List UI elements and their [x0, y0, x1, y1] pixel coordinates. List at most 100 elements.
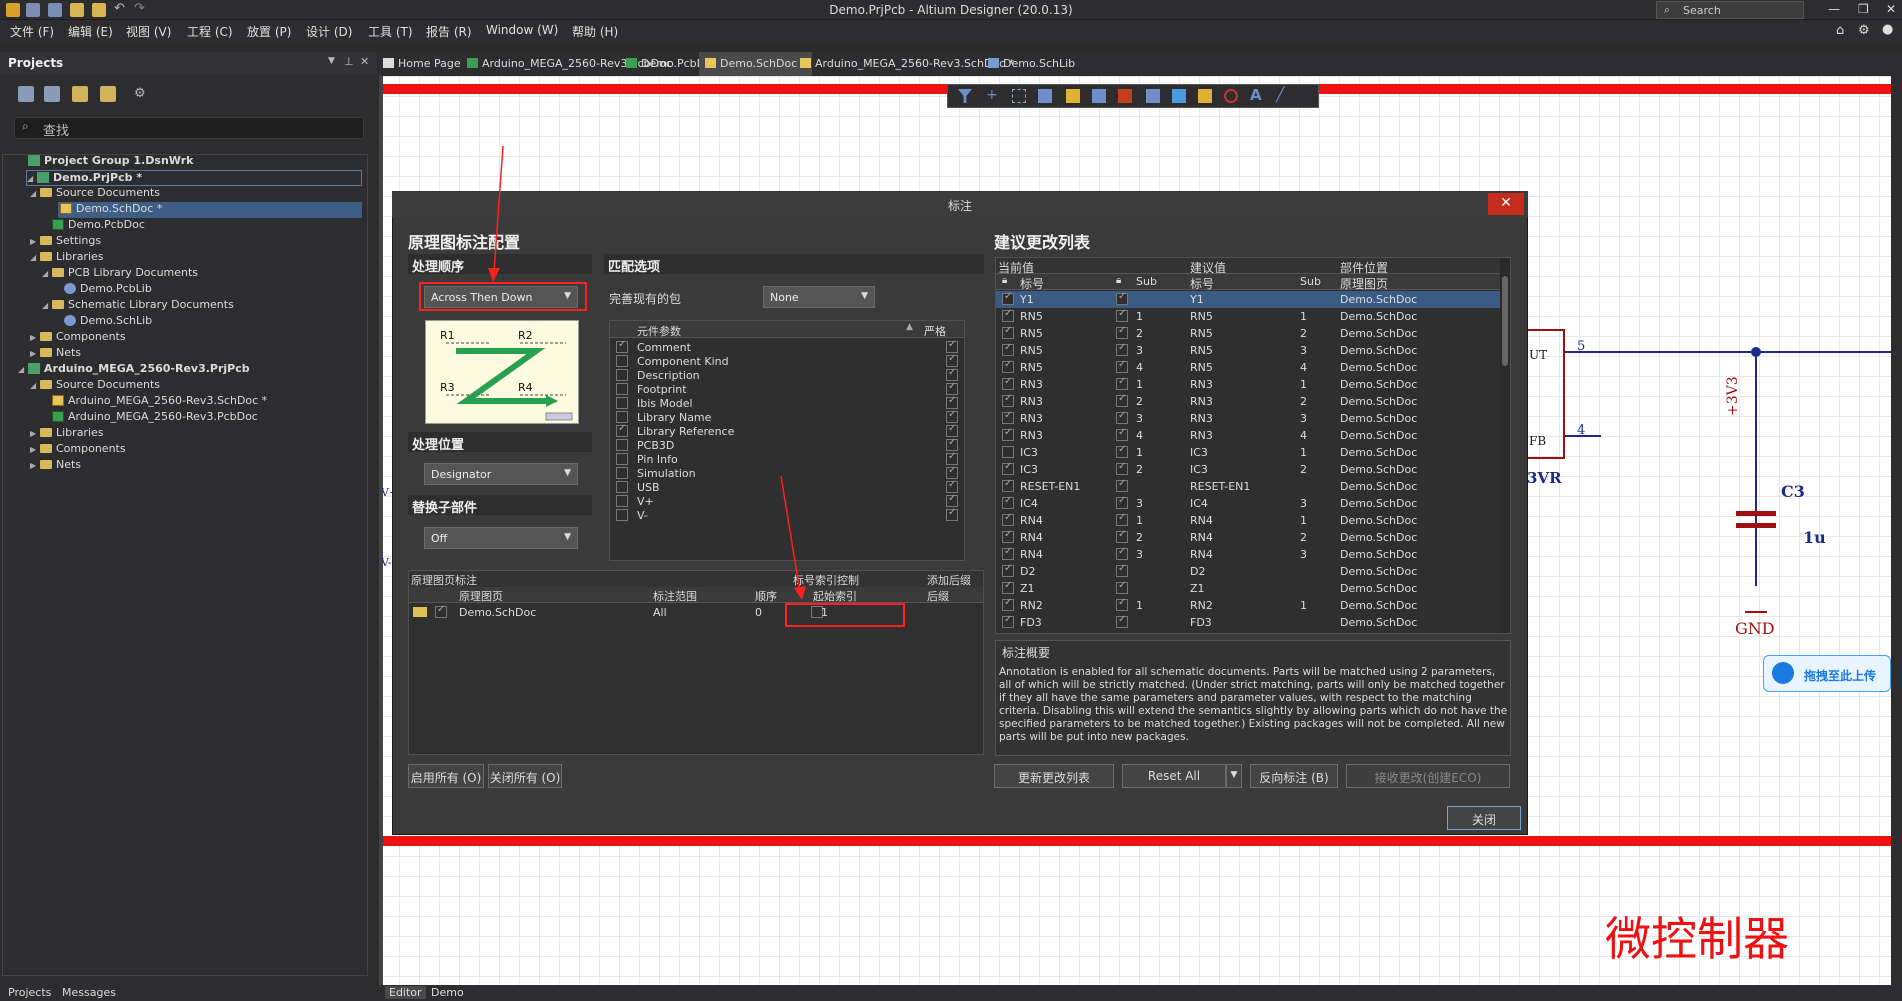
menu-edit[interactable]: 编辑 (E) [68, 23, 113, 40]
strict-checkbox[interactable] [946, 507, 958, 521]
lock-sub-checkbox[interactable] [1116, 478, 1128, 492]
expanded-arrow-icon[interactable]: ◢ [30, 189, 40, 198]
move-icon[interactable]: + [986, 87, 1000, 103]
strict-checkbox[interactable] [946, 353, 958, 367]
compile-icon[interactable] [44, 86, 60, 102]
doc-tab[interactable]: Demo.SchDoc * [699, 52, 813, 76]
filter-icon[interactable] [958, 89, 972, 103]
accept-changes-button[interactable]: 接收更改(创建ECO) [1346, 764, 1510, 788]
tab-editor[interactable]: Editor [385, 986, 426, 999]
change-row[interactable]: IC4 3 IC4 3 Demo.SchDoc [996, 495, 1500, 512]
dialog-close-button[interactable]: ✕ [1488, 193, 1524, 215]
strict-checkbox[interactable] [946, 493, 958, 507]
lock-current-checkbox[interactable] [1002, 359, 1014, 373]
expanded-arrow-icon[interactable]: ◢ [18, 365, 28, 374]
lock-current-checkbox[interactable] [1002, 308, 1014, 322]
strict-checkbox[interactable] [946, 381, 958, 395]
expanded-arrow-icon[interactable]: ◢ [30, 253, 40, 262]
lock-sub-checkbox[interactable] [1116, 495, 1128, 509]
lock-current-checkbox[interactable] [1002, 580, 1014, 594]
lock-current-checkbox[interactable] [1002, 512, 1014, 526]
line-icon[interactable]: ╱ [1276, 87, 1290, 103]
lock-sub-checkbox[interactable] [1116, 461, 1128, 475]
collapsed-arrow-icon[interactable]: ▶ [30, 349, 40, 358]
tree-item[interactable]: ◢ Demo.PrjPcb * [26, 170, 362, 186]
lock-current-checkbox[interactable] [1002, 478, 1014, 492]
bus-icon[interactable] [1146, 89, 1160, 103]
expanded-arrow-icon[interactable]: ◢ [27, 174, 37, 183]
change-row[interactable]: RN5 2 RN5 2 Demo.SchDoc [996, 325, 1500, 342]
change-row[interactable]: RN4 2 RN4 2 Demo.SchDoc [996, 529, 1500, 546]
change-row[interactable]: IC3 2 IC3 2 Demo.SchDoc [996, 461, 1500, 478]
wire-icon[interactable] [1066, 89, 1080, 103]
strict-checkbox[interactable] [946, 367, 958, 381]
expanded-arrow-icon[interactable]: ◢ [30, 381, 40, 390]
tree-item[interactable]: ▶ Settings [4, 234, 364, 250]
panel-menu-icon[interactable]: ▼ [328, 56, 335, 66]
change-row[interactable]: Z1 Z1 Demo.SchDoc [996, 580, 1500, 597]
menu-project[interactable]: 工程 (C) [187, 23, 233, 40]
tab-demo[interactable]: Demo [431, 986, 464, 999]
change-row[interactable]: RN5 1 RN5 1 Demo.SchDoc [996, 308, 1500, 325]
strict-checkbox[interactable] [946, 423, 958, 437]
lock-sub-checkbox[interactable] [1116, 291, 1128, 305]
reset-dropdown-button[interactable]: ▼ [1226, 764, 1242, 788]
menu-file[interactable]: 文件 (F) [10, 23, 54, 40]
lock-sub-checkbox[interactable] [1116, 529, 1128, 543]
save-project-icon[interactable] [18, 86, 34, 102]
lock-current-checkbox[interactable] [1002, 597, 1014, 611]
lock-sub-checkbox[interactable] [1116, 614, 1128, 628]
lock-sub-checkbox[interactable] [1116, 444, 1128, 458]
strict-checkbox[interactable] [946, 479, 958, 493]
menu-tools[interactable]: 工具 (T) [368, 23, 413, 40]
menu-place[interactable]: 放置 (P) [247, 23, 291, 40]
tree-item[interactable]: Arduino_MEGA_2560-Rev3.PcbDoc [4, 410, 364, 426]
doc-tab[interactable]: Arduino_MEGA_2560-Rev3.SchDoc * [800, 57, 1014, 70]
lock-sub-checkbox[interactable] [1116, 512, 1128, 526]
menu-reports[interactable]: 报告 (R) [426, 23, 472, 40]
lock-current-checkbox[interactable] [1002, 291, 1014, 305]
select-icon[interactable] [1012, 89, 1026, 103]
tree-item[interactable]: Demo.SchDoc * [58, 202, 362, 218]
back-annotate-button[interactable]: 反向标注 (B) [1250, 764, 1338, 788]
lock-sub-checkbox[interactable] [1116, 563, 1128, 577]
global-search-input[interactable]: Search [1656, 1, 1804, 19]
change-row[interactable]: RN3 3 RN3 3 Demo.SchDoc [996, 410, 1500, 427]
doc-tab[interactable]: Home Page [383, 57, 461, 70]
tree-item[interactable]: Demo.PcbLib [4, 282, 364, 298]
tab-messages[interactable]: Messages [62, 986, 116, 999]
strict-checkbox[interactable] [946, 437, 958, 451]
lock-sub-checkbox[interactable] [1116, 376, 1128, 390]
change-row[interactable]: RESET-EN1 RESET-EN1 Demo.SchDoc [996, 478, 1500, 495]
strict-checkbox[interactable] [946, 395, 958, 409]
projects-search-input[interactable]: 查找 [14, 117, 364, 139]
lock-current-checkbox[interactable] [1002, 325, 1014, 339]
user-icon[interactable]: ● [1882, 22, 1893, 37]
lock-sub-checkbox[interactable] [1116, 546, 1128, 560]
pin-icon[interactable]: ⊥ [344, 55, 354, 68]
menu-help[interactable]: 帮助 (H) [572, 23, 618, 40]
collapsed-arrow-icon[interactable]: ▶ [30, 333, 40, 342]
lock-sub-checkbox[interactable] [1116, 325, 1128, 339]
lock-current-checkbox[interactable] [1002, 529, 1014, 543]
tree-item[interactable]: ▶ Components [4, 330, 364, 346]
reset-all-button[interactable]: Reset All [1122, 764, 1226, 788]
lock-sub-checkbox[interactable] [1116, 427, 1128, 441]
change-row[interactable]: RN5 4 RN5 4 Demo.SchDoc [996, 359, 1500, 376]
collapsed-arrow-icon[interactable]: ▶ [30, 445, 40, 454]
lock-sub-checkbox[interactable] [1116, 393, 1128, 407]
lock-current-checkbox[interactable] [1002, 410, 1014, 424]
harness-icon[interactable] [1092, 89, 1106, 103]
tree-item[interactable]: Demo.PcbDoc [4, 218, 364, 234]
tree-item[interactable]: ▶ Libraries [4, 426, 364, 442]
tree-item[interactable]: ◢ PCB Library Documents [4, 266, 364, 282]
maximize-button[interactable]: ❐ [1858, 2, 1869, 16]
change-row[interactable]: RN3 4 RN3 4 Demo.SchDoc [996, 427, 1500, 444]
lock-current-checkbox[interactable] [1002, 546, 1014, 560]
directive-icon[interactable] [1224, 89, 1238, 103]
tab-projects[interactable]: Projects [8, 986, 51, 999]
menu-design[interactable]: 设计 (D) [306, 23, 352, 40]
lock-current-checkbox[interactable] [1002, 427, 1014, 441]
close-window-button[interactable]: ✕ [1886, 2, 1896, 16]
tree-item[interactable]: ◢ Source Documents [4, 186, 364, 202]
